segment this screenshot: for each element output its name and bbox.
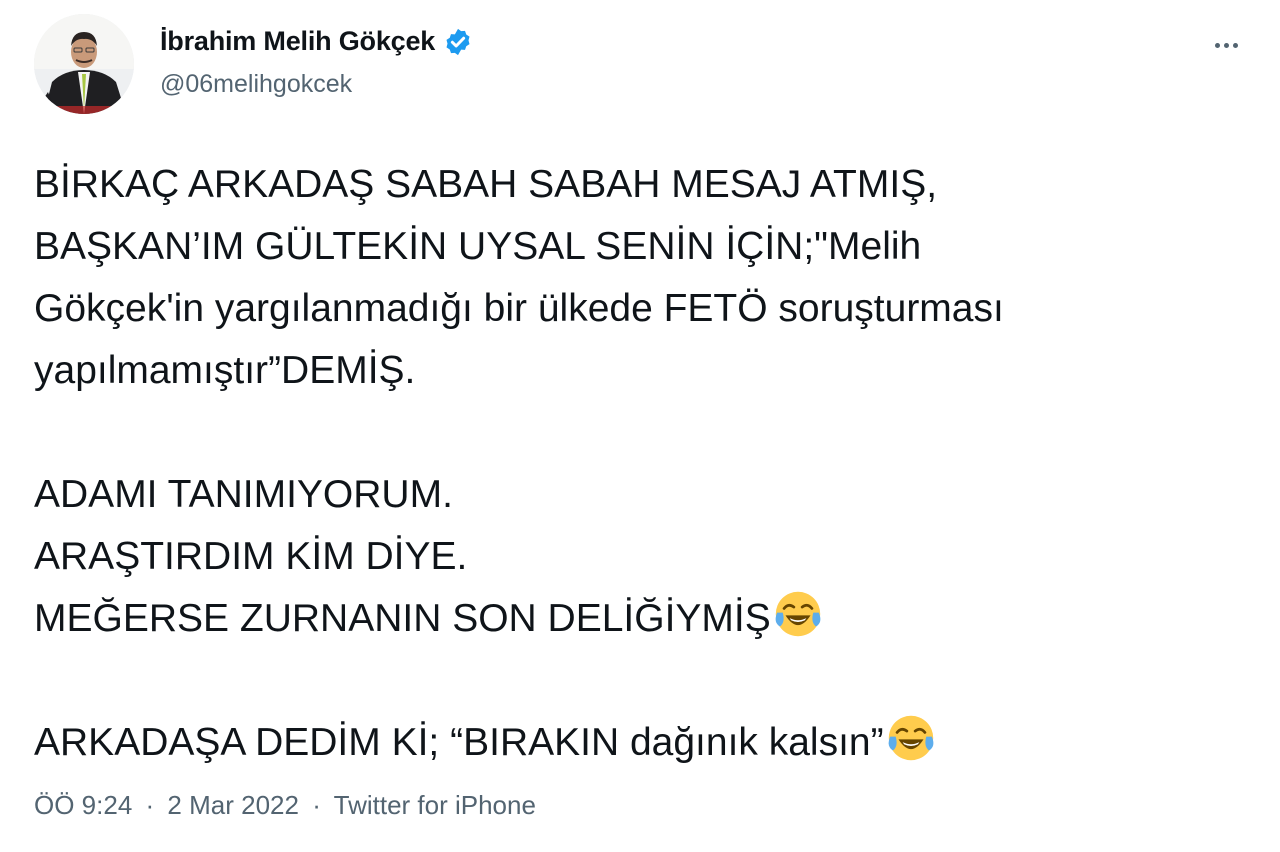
tweet-line-with-emoji: ARKADAŞA DEDİM Kİ; “BIRAKIN dağınık kals… xyxy=(34,712,1264,774)
tweet-line: BAŞKAN’IM GÜLTEKİN UYSAL SENİN İÇİN;"Mel… xyxy=(34,225,922,268)
profile-photo xyxy=(34,14,134,114)
tweet-line: Gökçek'in yargılanmadığı bir ülkede FETÖ… xyxy=(34,287,1004,330)
tweet-line-text: ARKADAŞA DEDİM Kİ; “BIRAKIN dağınık kals… xyxy=(34,721,884,764)
verified-badge-icon xyxy=(443,27,473,57)
tweet-line: BİRKAÇ ARKADAŞ SABAH SABAH MESAJ ATMIŞ, xyxy=(34,163,938,206)
tweet-text: BİRKAÇ ARKADAŞ SABAH SABAH MESAJ ATMIŞ, … xyxy=(34,154,1264,774)
tweet-line-with-emoji: MEĞERSE ZURNANIN SON DELİĞİYMİŞ xyxy=(34,588,1264,650)
tweet-line-text: MEĞERSE ZURNANIN SON DELİĞİYMİŞ xyxy=(34,597,771,640)
meta-separator: · xyxy=(145,790,155,820)
avatar[interactable] xyxy=(34,14,134,114)
tweet-line: yapılmamıştır”DEMİŞ. xyxy=(34,349,416,392)
tweet-date[interactable]: 2 Mar 2022 xyxy=(167,790,299,820)
author-name-row: İbrahim Melih Gökçek xyxy=(160,26,473,57)
tweet-paragraph-2: ADAMI TANIMIYORUM. ARAŞTIRDIM KİM DİYE. … xyxy=(34,464,1264,650)
face-with-tears-of-joy-icon xyxy=(886,713,936,763)
tweet-line: ARAŞTIRDIM KİM DİYE. xyxy=(34,535,468,578)
author-handle[interactable]: @06melihgokcek xyxy=(160,70,352,99)
tweet-time[interactable]: ÖÖ 9:24 xyxy=(34,790,132,820)
tweet-meta: ÖÖ 9:24 · 2 Mar 2022 · Twitter for iPhon… xyxy=(34,790,536,821)
tweet-paragraph-3: ARKADAŞA DEDİM Kİ; “BIRAKIN dağınık kals… xyxy=(34,712,1264,774)
face-with-tears-of-joy-icon xyxy=(773,589,823,639)
tweet-source-link[interactable]: Twitter for iPhone xyxy=(334,790,536,820)
meta-separator: · xyxy=(312,790,321,820)
more-options-icon[interactable] xyxy=(1206,30,1246,60)
tweet-paragraph-1: BİRKAÇ ARKADAŞ SABAH SABAH MESAJ ATMIŞ, … xyxy=(34,154,1264,402)
tweet-line: ADAMI TANIMIYORUM. xyxy=(34,473,453,516)
tweet-card: İbrahim Melih Gökçek @06melihgokcek BİRK… xyxy=(0,0,1280,852)
author-display-name[interactable]: İbrahim Melih Gökçek xyxy=(160,26,435,57)
